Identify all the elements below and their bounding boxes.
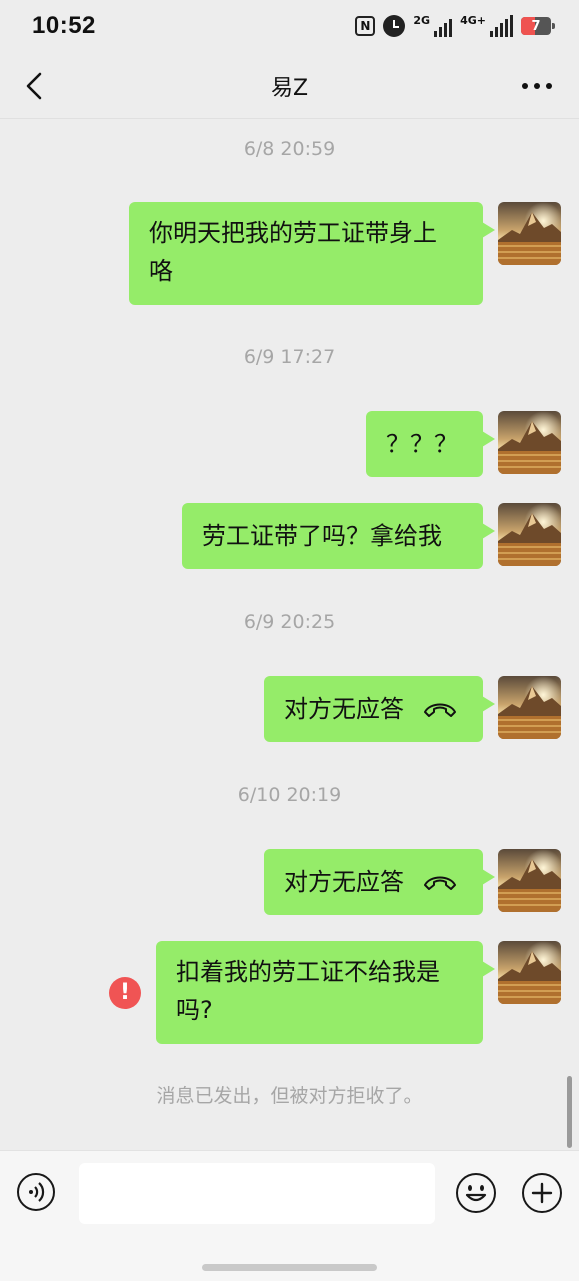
message-bubble[interactable]: 扣着我的劳工证不给我是 吗?: [156, 941, 495, 1044]
system-notice: 消息已发出，但被对方拒收了。: [156, 1085, 423, 1107]
status-time: 10:52: [32, 12, 96, 39]
avatar[interactable]: [498, 411, 561, 474]
battery-level: 7: [531, 18, 541, 34]
avatar[interactable]: [498, 202, 561, 265]
message-text-line: 扣着我的劳工证不给我是: [176, 958, 440, 986]
avatar[interactable]: [498, 676, 561, 739]
message-text: 对方无应答: [284, 868, 404, 896]
message-bubble[interactable]: ？？？: [366, 411, 495, 477]
timestamp: 6/9 20:25: [243, 611, 336, 633]
net-label-4g: 4G+: [460, 14, 486, 27]
more-dots-icon[interactable]: [521, 78, 553, 94]
message-bubble[interactable]: 劳工证带了吗？拿给我: [182, 503, 495, 569]
message-bubble[interactable]: 你明天把我的劳工证带身上 咯: [129, 202, 495, 305]
message-text: 劳工证带了吗？拿给我: [202, 522, 442, 550]
chat-header: 易Z: [0, 56, 579, 119]
chat-title: 易Z: [270, 76, 309, 101]
nfc-icon: N: [355, 16, 376, 36]
message-text-line: 你明天把我的劳工证带身上: [149, 219, 437, 247]
emoji-icon[interactable]: [456, 1173, 496, 1213]
status-bar: 10:52 N 2G 4G+ 7: [0, 0, 579, 56]
status-icons: N 2G 4G+ 7: [355, 14, 555, 37]
input-bar: [0, 1150, 579, 1281]
message-text: ？？？: [386, 430, 458, 458]
battery-icon: 7: [521, 17, 555, 35]
phone-hangup-icon: [424, 703, 456, 717]
voice-icon[interactable]: [17, 1173, 55, 1211]
signal-2g-icon: 2G: [413, 14, 453, 37]
timestamp: 6/9 17:27: [243, 346, 336, 368]
avatar[interactable]: [498, 503, 561, 566]
send-failed-icon[interactable]: !: [109, 977, 141, 1009]
message-text: 对方无应答: [284, 695, 404, 723]
timestamp: 6/10 20:19: [237, 784, 342, 806]
signal-4g-icon: 4G+: [460, 15, 513, 37]
plus-icon[interactable]: [522, 1173, 562, 1213]
call-record-bubble[interactable]: 对方无应答: [264, 676, 495, 742]
message-text-line: 吗?: [176, 996, 213, 1024]
net-label-2g: 2G: [413, 14, 431, 27]
message-input[interactable]: [79, 1163, 435, 1224]
phone-hangup-icon: [424, 876, 456, 890]
alarm-icon: [383, 15, 406, 37]
call-record-bubble[interactable]: 对方无应答: [264, 849, 495, 915]
avatar[interactable]: [498, 849, 561, 912]
avatar[interactable]: [498, 941, 561, 1004]
scrollbar[interactable]: [567, 1076, 572, 1148]
timestamp: 6/8 20:59: [243, 138, 336, 160]
home-indicator[interactable]: [202, 1264, 377, 1271]
message-text-line: 咯: [149, 257, 173, 285]
